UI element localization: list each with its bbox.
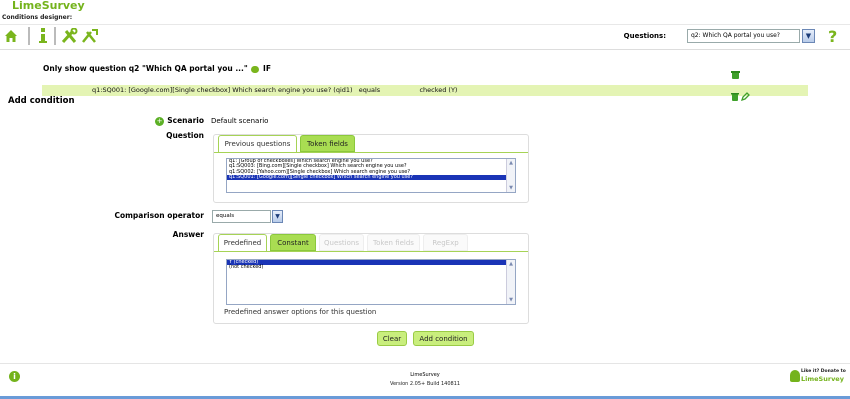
tab-token-fields[interactable]: Token fields xyxy=(300,135,355,152)
questions-label: Questions: xyxy=(623,32,666,40)
toolbar-separator xyxy=(54,27,56,45)
tools-icon[interactable] xyxy=(61,28,79,44)
scroll-up-icon[interactable]: ▲ xyxy=(507,260,515,268)
home-icon[interactable] xyxy=(3,28,19,44)
answer-hint: Predefined answer options for this quest… xyxy=(224,308,377,316)
question-label: Question xyxy=(166,131,204,140)
comparison-operator-select[interactable]: equals xyxy=(212,210,271,223)
tab-constant[interactable]: Constant xyxy=(270,234,316,251)
scenario-label: Scenario xyxy=(167,116,204,125)
conditions-icon[interactable] xyxy=(81,28,99,44)
answer-listbox[interactable]: Y (checked) (not checked) ▲ ▼ xyxy=(226,259,516,305)
condition-row-text: q1:SQ001: [Google.com][Single checkbox] … xyxy=(92,86,458,94)
condition-heading-text: Only show question q2 "Which QA portal y… xyxy=(43,64,248,73)
toolbar-separator xyxy=(28,27,30,45)
scroll-down-icon[interactable]: ▼ xyxy=(507,296,515,304)
scrollbar[interactable]: ▲ ▼ xyxy=(506,260,515,304)
speech-bubble-icon[interactable] xyxy=(251,65,260,73)
add-condition-title: Add condition xyxy=(8,96,75,106)
donate-line2: LimeSurvey xyxy=(801,375,844,383)
scrollbar[interactable]: ▲ ▼ xyxy=(506,159,515,192)
footer-divider xyxy=(0,363,850,364)
footer-name: LimeSurvey xyxy=(410,372,440,378)
tab-questions[interactable]: Questions xyxy=(319,234,364,251)
brand-logo-text[interactable]: LimeSurvey xyxy=(12,0,85,12)
tab-divider xyxy=(214,152,528,153)
clear-button[interactable]: Clear xyxy=(377,331,407,346)
brand-bar xyxy=(0,0,850,13)
tab-divider xyxy=(214,251,528,252)
donate-line1: Like it? Donate to xyxy=(801,369,846,374)
help-icon[interactable]: ? xyxy=(828,27,837,46)
tab-predefined[interactable]: Predefined xyxy=(218,234,267,251)
scroll-down-icon[interactable]: ▼ xyxy=(507,184,515,192)
question-listbox[interactable]: q1: [Group of checkboxes] Which search e… xyxy=(226,158,516,193)
delete-all-conditions-icon[interactable] xyxy=(731,64,740,79)
questions-select[interactable]: q2: Which QA portal you use? xyxy=(687,29,800,43)
tab-previous-questions[interactable]: Previous questions xyxy=(218,135,297,152)
answer-label: Answer xyxy=(172,230,204,239)
footer-version: Version 2.05+ Build 140811 xyxy=(389,381,461,387)
add-condition-button[interactable]: Add condition xyxy=(413,331,474,346)
scenario-value: Default scenario xyxy=(211,117,269,125)
info-icon[interactable] xyxy=(37,28,49,44)
list-item[interactable]: (not checked) xyxy=(227,265,515,271)
tab-regexp[interactable]: RegExp xyxy=(423,234,468,251)
chevron-down-icon[interactable]: ▼ xyxy=(802,29,815,43)
donate-badge[interactable]: Like it? Donate to LimeSurvey xyxy=(790,369,848,385)
add-scenario-icon[interactable]: + xyxy=(155,117,164,126)
designer-bar xyxy=(0,13,850,25)
condition-heading-if: IF xyxy=(263,64,271,73)
condition-heading: Only show question q2 "Which QA portal y… xyxy=(43,64,271,73)
edit-pencil-icon[interactable] xyxy=(740,86,750,102)
scroll-up-icon[interactable]: ▲ xyxy=(507,159,515,167)
chevron-down-icon[interactable]: ▼ xyxy=(272,210,283,223)
trash-icon[interactable] xyxy=(731,86,739,101)
tab-answer-token-fields[interactable]: Token fields xyxy=(367,234,420,251)
page-title: Conditions designer: xyxy=(2,14,73,21)
comparison-operator-label: Comparison operator xyxy=(114,211,204,220)
list-item-selected[interactable]: q1:SQ001: [Google.com][Single checkbox] … xyxy=(227,174,515,181)
thumbs-up-icon xyxy=(790,370,800,382)
